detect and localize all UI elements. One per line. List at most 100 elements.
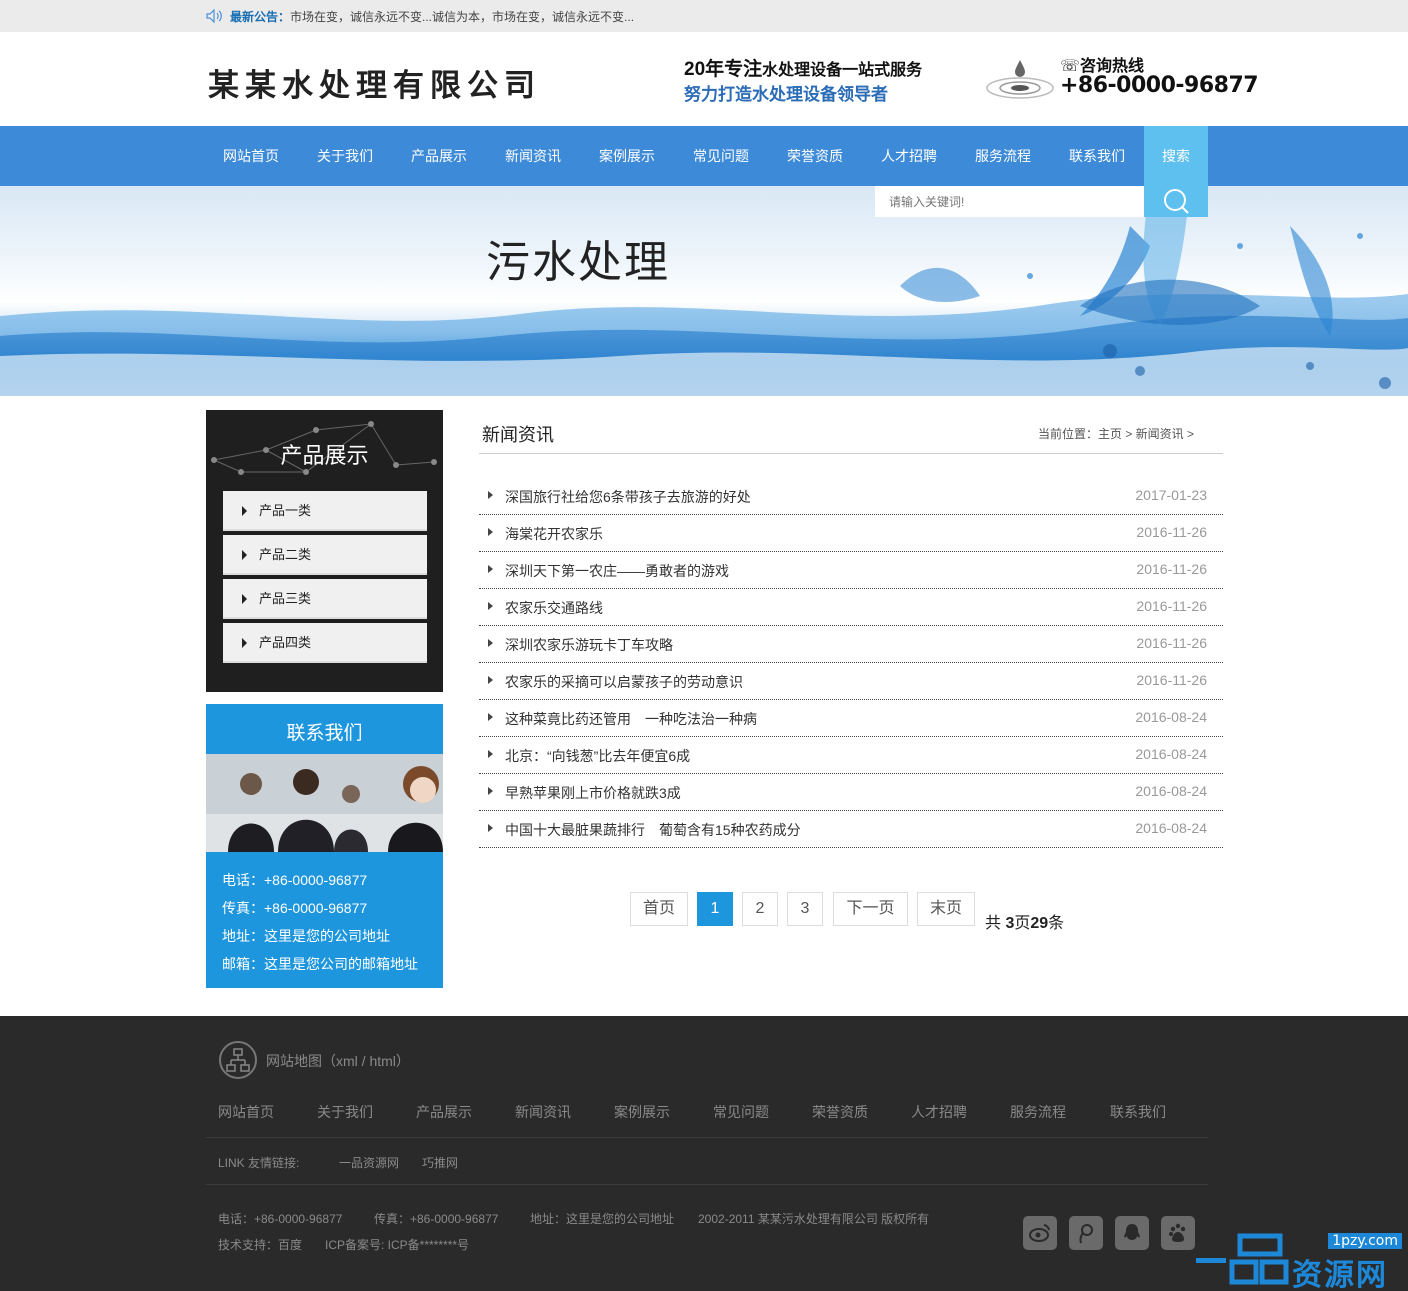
footer-nav-products[interactable]: 产品展示	[416, 1102, 472, 1122]
news-date: 2017-01-23	[1135, 487, 1207, 503]
sidebar-products: 产品展示 产品一类 产品二类 产品三类 产品四类	[206, 410, 443, 692]
water-splash-graphic	[0, 186, 1408, 396]
footer-icp: ICP备案号: ICP备********号	[325, 1238, 470, 1252]
nav-search-tab[interactable]: 搜索	[1144, 126, 1208, 186]
footer-divider	[206, 1137, 1208, 1138]
footer-nav-about[interactable]: 关于我们	[317, 1102, 373, 1122]
search-input[interactable]	[875, 186, 1144, 217]
nav-item-home[interactable]: 网站首页	[204, 126, 298, 186]
weibo-icon[interactable]	[1023, 1216, 1057, 1250]
nav-item-faq[interactable]: 常见问题	[674, 126, 768, 186]
header: 某某水处理有限公司 20年专注水处理设备一站式服务 努力打造水处理设备领导者 ☏…	[0, 32, 1408, 126]
nav-item-contact[interactable]: 联系我们	[1050, 126, 1144, 186]
caret-right-icon	[242, 594, 247, 604]
contact-phone: 电话：+86-0000-96877	[222, 872, 368, 888]
product-category-1[interactable]: 产品一类	[223, 491, 427, 531]
news-title[interactable]: 中国十大最脏果蔬排行 葡萄含有15种农药成分	[505, 820, 801, 840]
news-row[interactable]: 中国十大最脏果蔬排行 葡萄含有15种农药成分 2016-08-24	[479, 811, 1223, 848]
notice-content: 最新公告：市场在变，诚信永远不变...诚信为本，市场在变，诚信永远不变...	[206, 8, 634, 25]
company-logo[interactable]: 某某水处理有限公司	[208, 60, 541, 105]
caret-right-icon	[488, 565, 493, 573]
news-title[interactable]: 深圳农家乐游玩卡丁车攻略	[505, 635, 673, 655]
footer-nav-service[interactable]: 服务流程	[1010, 1102, 1066, 1122]
footer-nav-cases[interactable]: 案例展示	[614, 1102, 670, 1122]
news-title[interactable]: 深圳天下第一农庄——勇敢者的游戏	[505, 561, 729, 581]
news-title[interactable]: 北京：“向钱葱”比去年便宜6成	[505, 746, 690, 766]
category-label: 产品一类	[259, 503, 312, 518]
nav-item-jobs[interactable]: 人才招聘	[862, 126, 956, 186]
product-category-4[interactable]: 产品四类	[223, 623, 427, 663]
nav-item-products[interactable]: 产品展示	[392, 126, 486, 186]
search-icon	[1164, 189, 1189, 214]
pager-page-3[interactable]: 3	[787, 892, 823, 926]
news-row[interactable]: 农家乐的采摘可以启蒙孩子的劳动意识 2016-11-26	[479, 663, 1223, 700]
pager-total: 共 3页29条	[985, 909, 1064, 933]
caret-right-icon	[488, 750, 493, 758]
watermark-name: 资源网	[1292, 1259, 1388, 1291]
footer-nav-news[interactable]: 新闻资讯	[515, 1102, 571, 1122]
news-title[interactable]: 农家乐的采摘可以启蒙孩子的劳动意识	[505, 672, 743, 692]
news-row[interactable]: 这种菜竟比药还管用 一种吃法治一种病 2016-08-24	[479, 700, 1223, 737]
news-title[interactable]: 深国旅行社给您6条带孩子去旅游的好处	[505, 487, 751, 507]
pager-first[interactable]: 首页	[630, 892, 688, 926]
footer-nav-faq[interactable]: 常见问题	[713, 1102, 769, 1122]
notice-text[interactable]: 市场在变，诚信永远不变...诚信为本，市场在变，诚信永远不变...	[290, 10, 634, 24]
main-nav: 网站首页 关于我们 产品展示 新闻资讯 案例展示 常见问题 荣誉资质 人才招聘 …	[0, 126, 1408, 186]
item-unit: 条	[1048, 915, 1065, 932]
friend-link-1[interactable]: 一品资源网	[339, 1154, 399, 1171]
notice-bar: 最新公告：市场在变，诚信永远不变...诚信为本，市场在变，诚信永远不变...	[0, 0, 1408, 32]
breadcrumb[interactable]: 当前位置：主页 > 新闻资讯 >	[1038, 425, 1194, 442]
news-row[interactable]: 深圳天下第一农庄——勇敢者的游戏 2016-11-26	[479, 552, 1223, 589]
friend-link-2[interactable]: 巧推网	[422, 1154, 458, 1171]
footer-nav-honors[interactable]: 荣誉资质	[812, 1102, 868, 1122]
footer-phone: 电话：+86-0000-96877	[218, 1212, 343, 1226]
water-drop-icon	[986, 60, 1054, 99]
news-title[interactable]: 早熟苹果刚上市价格就跌3成	[505, 783, 681, 803]
news-row[interactable]: 深国旅行社给您6条带孩子去旅游的好处 2017-01-23	[479, 478, 1223, 515]
page-unit: 页	[1014, 915, 1031, 932]
product-category-2[interactable]: 产品二类	[223, 535, 427, 575]
baidu-icon[interactable]	[1161, 1216, 1195, 1250]
sitemap-icon	[219, 1041, 257, 1079]
pager-page-1[interactable]: 1	[697, 892, 733, 926]
sitemap-link[interactable]: 网站地图（xml / html）	[266, 1051, 410, 1071]
customer-service-photo	[206, 754, 443, 852]
product-category-3[interactable]: 产品三类	[223, 579, 427, 619]
watermark: 1pzy.com 资源网	[1196, 1228, 1408, 1291]
news-title[interactable]: 农家乐交通路线	[505, 598, 603, 618]
nav-item-about[interactable]: 关于我们	[298, 126, 392, 186]
news-date: 2016-11-26	[1136, 672, 1207, 688]
search-button[interactable]	[1144, 186, 1208, 217]
footer-nav-contact[interactable]: 联系我们	[1110, 1102, 1166, 1122]
caret-right-icon	[488, 602, 493, 610]
nav-item-honors[interactable]: 荣誉资质	[768, 126, 862, 186]
news-date: 2016-11-26	[1136, 598, 1207, 614]
nav-item-news[interactable]: 新闻资讯	[486, 126, 580, 186]
pager-next[interactable]: 下一页	[833, 892, 908, 926]
footer-copyright: 2002-2011 某某污水处理有限公司 版权所有	[698, 1212, 930, 1226]
speaker-icon	[206, 9, 222, 23]
footer-nav-home[interactable]: 网站首页	[218, 1102, 274, 1122]
tencent-weibo-icon[interactable]	[1069, 1216, 1103, 1250]
news-row[interactable]: 北京：“向钱葱”比去年便宜6成 2016-08-24	[479, 737, 1223, 774]
news-row[interactable]: 农家乐交通路线 2016-11-26	[479, 589, 1223, 626]
news-row[interactable]: 深圳农家乐游玩卡丁车攻略 2016-11-26	[479, 626, 1223, 663]
pager-page-2[interactable]: 2	[742, 892, 778, 926]
news-title[interactable]: 海棠花开农家乐	[505, 524, 603, 544]
category-label: 产品二类	[259, 547, 312, 562]
contact-address: 地址：这里是您的公司地址	[222, 928, 390, 944]
footer-fax: 传真：+86-0000-96877	[374, 1212, 499, 1226]
qq-icon[interactable]	[1115, 1216, 1149, 1250]
footer-nav-jobs[interactable]: 人才招聘	[911, 1102, 967, 1122]
nav-item-cases[interactable]: 案例展示	[580, 126, 674, 186]
news-title[interactable]: 这种菜竟比药还管用 一种吃法治一种病	[505, 709, 757, 729]
caret-right-icon	[488, 639, 493, 647]
hotline-number: +86-0000-96877	[1060, 73, 1259, 98]
pager-last[interactable]: 末页	[917, 892, 975, 926]
nav-item-service[interactable]: 服务流程	[956, 126, 1050, 186]
news-row[interactable]: 早熟苹果刚上市价格就跌3成 2016-08-24	[479, 774, 1223, 811]
category-label: 产品三类	[259, 591, 312, 606]
footer-address: 地址：这里是您的公司地址	[530, 1212, 675, 1226]
contact-heading: 联系我们	[286, 723, 363, 744]
news-row[interactable]: 海棠花开农家乐 2016-11-26	[479, 515, 1223, 552]
